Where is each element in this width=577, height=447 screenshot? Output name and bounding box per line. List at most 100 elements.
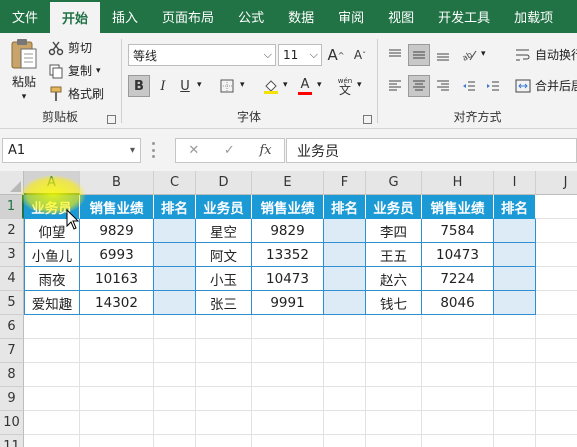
table-cell[interactable]: 星空 <box>196 219 252 243</box>
align-middle-button[interactable] <box>408 44 430 66</box>
font-name-select[interactable]: 等线 ⌵ <box>128 44 276 66</box>
empty-cell[interactable] <box>324 435 366 447</box>
empty-cell[interactable] <box>154 411 196 435</box>
empty-cell[interactable] <box>422 363 494 387</box>
table-cell[interactable] <box>494 291 536 315</box>
orientation-button[interactable]: ab <box>458 44 480 66</box>
column-header[interactable]: D <box>196 171 252 195</box>
empty-cell[interactable] <box>80 315 154 339</box>
empty-cell[interactable] <box>536 411 577 435</box>
empty-cell[interactable] <box>154 387 196 411</box>
empty-cell[interactable] <box>536 363 577 387</box>
table-cell[interactable]: 7584 <box>422 219 494 243</box>
font-launcher-icon[interactable] <box>363 115 372 124</box>
column-header[interactable]: A <box>24 171 80 195</box>
table-header-cell[interactable]: 排名 <box>324 195 366 219</box>
fill-color-button[interactable] <box>260 75 282 97</box>
empty-cell[interactable] <box>536 291 577 315</box>
empty-cell[interactable] <box>536 387 577 411</box>
empty-cell[interactable] <box>536 435 577 447</box>
table-header-cell[interactable]: 业务员 <box>366 195 422 219</box>
empty-cell[interactable] <box>422 339 494 363</box>
empty-cell[interactable] <box>366 435 422 447</box>
phonetic-dropdown-icon[interactable]: ▾ <box>357 80 362 90</box>
table-cell[interactable] <box>324 219 366 243</box>
empty-cell[interactable] <box>24 435 80 447</box>
empty-cell[interactable] <box>494 387 536 411</box>
row-header[interactable]: 3 <box>0 243 24 267</box>
empty-cell[interactable] <box>422 435 494 447</box>
empty-cell[interactable] <box>536 339 577 363</box>
shrink-font-button[interactable]: Aˇ <box>349 44 371 66</box>
cancel-icon[interactable]: ✕ <box>188 143 199 158</box>
column-header[interactable]: G <box>366 171 422 195</box>
borders-dropdown-icon[interactable]: ▾ <box>240 80 245 90</box>
column-header[interactable]: I <box>494 171 536 195</box>
row-header[interactable]: 8 <box>0 363 24 387</box>
table-header-cell[interactable]: 销售业绩 <box>80 195 154 219</box>
clipboard-launcher-icon[interactable] <box>107 115 116 124</box>
bold-button[interactable]: B <box>128 75 150 97</box>
row-header[interactable]: 5 <box>0 291 24 315</box>
empty-cell[interactable] <box>252 387 324 411</box>
font-size-select[interactable]: 11 ⌵ <box>278 44 322 66</box>
tab-1[interactable]: 开始 <box>50 2 101 33</box>
empty-cell[interactable] <box>154 363 196 387</box>
empty-cell[interactable] <box>366 411 422 435</box>
row-header[interactable]: 2 <box>0 219 24 243</box>
table-cell[interactable]: 9829 <box>80 219 154 243</box>
table-cell[interactable]: 赵六 <box>366 267 422 291</box>
empty-cell[interactable] <box>252 435 324 447</box>
table-cell[interactable]: 13352 <box>252 243 324 267</box>
empty-cell[interactable] <box>196 363 252 387</box>
tab-4[interactable]: 公式 <box>226 0 276 33</box>
table-cell[interactable]: 钱七 <box>366 291 422 315</box>
table-cell[interactable] <box>154 291 196 315</box>
tab-7[interactable]: 视图 <box>376 0 426 33</box>
grow-font-button[interactable]: A ^ <box>325 44 347 66</box>
empty-cell[interactable] <box>196 387 252 411</box>
empty-cell[interactable] <box>494 315 536 339</box>
empty-cell[interactable] <box>154 435 196 447</box>
empty-cell[interactable] <box>324 387 366 411</box>
empty-cell[interactable] <box>324 315 366 339</box>
align-top-button[interactable] <box>384 44 406 66</box>
column-header[interactable]: C <box>154 171 196 195</box>
table-cell[interactable]: 10163 <box>80 267 154 291</box>
empty-cell[interactable] <box>324 411 366 435</box>
empty-cell[interactable] <box>252 411 324 435</box>
cut-button[interactable]: 剪切 <box>48 39 92 56</box>
table-cell[interactable] <box>324 243 366 267</box>
empty-cell[interactable] <box>422 411 494 435</box>
empty-cell[interactable] <box>154 339 196 363</box>
row-header[interactable]: 1 <box>0 195 24 219</box>
table-cell[interactable]: 8046 <box>422 291 494 315</box>
align-center-button[interactable] <box>408 75 430 97</box>
column-header[interactable]: F <box>324 171 366 195</box>
table-cell[interactable]: 10473 <box>252 267 324 291</box>
tab-6[interactable]: 审阅 <box>326 0 376 33</box>
table-header-cell[interactable]: 销售业绩 <box>252 195 324 219</box>
table-cell[interactable]: 李四 <box>366 219 422 243</box>
merge-center-button[interactable]: 合并后居 <box>515 77 577 94</box>
row-header[interactable]: 4 <box>0 267 24 291</box>
empty-cell[interactable] <box>422 387 494 411</box>
table-cell[interactable]: 9991 <box>252 291 324 315</box>
empty-cell[interactable] <box>324 363 366 387</box>
row-header[interactable]: 11 <box>0 435 24 447</box>
empty-cell[interactable] <box>324 339 366 363</box>
table-cell[interactable]: 小玉 <box>196 267 252 291</box>
insert-function-icon[interactable]: fx <box>259 143 271 158</box>
formula-input[interactable]: 业务员 <box>286 138 577 163</box>
row-header[interactable]: 6 <box>0 315 24 339</box>
empty-cell[interactable] <box>536 195 577 219</box>
underline-dropdown-icon[interactable]: ▾ <box>197 80 202 90</box>
empty-cell[interactable] <box>80 363 154 387</box>
table-cell[interactable] <box>324 291 366 315</box>
name-box[interactable]: A1 ▾ <box>2 138 141 163</box>
align-left-button[interactable] <box>384 75 406 97</box>
tab-5[interactable]: 数据 <box>276 0 326 33</box>
table-cell[interactable]: 爱知趣 <box>24 291 80 315</box>
table-cell[interactable]: 雨夜 <box>24 267 80 291</box>
paste-button[interactable]: 粘贴 ▾ <box>6 37 42 102</box>
